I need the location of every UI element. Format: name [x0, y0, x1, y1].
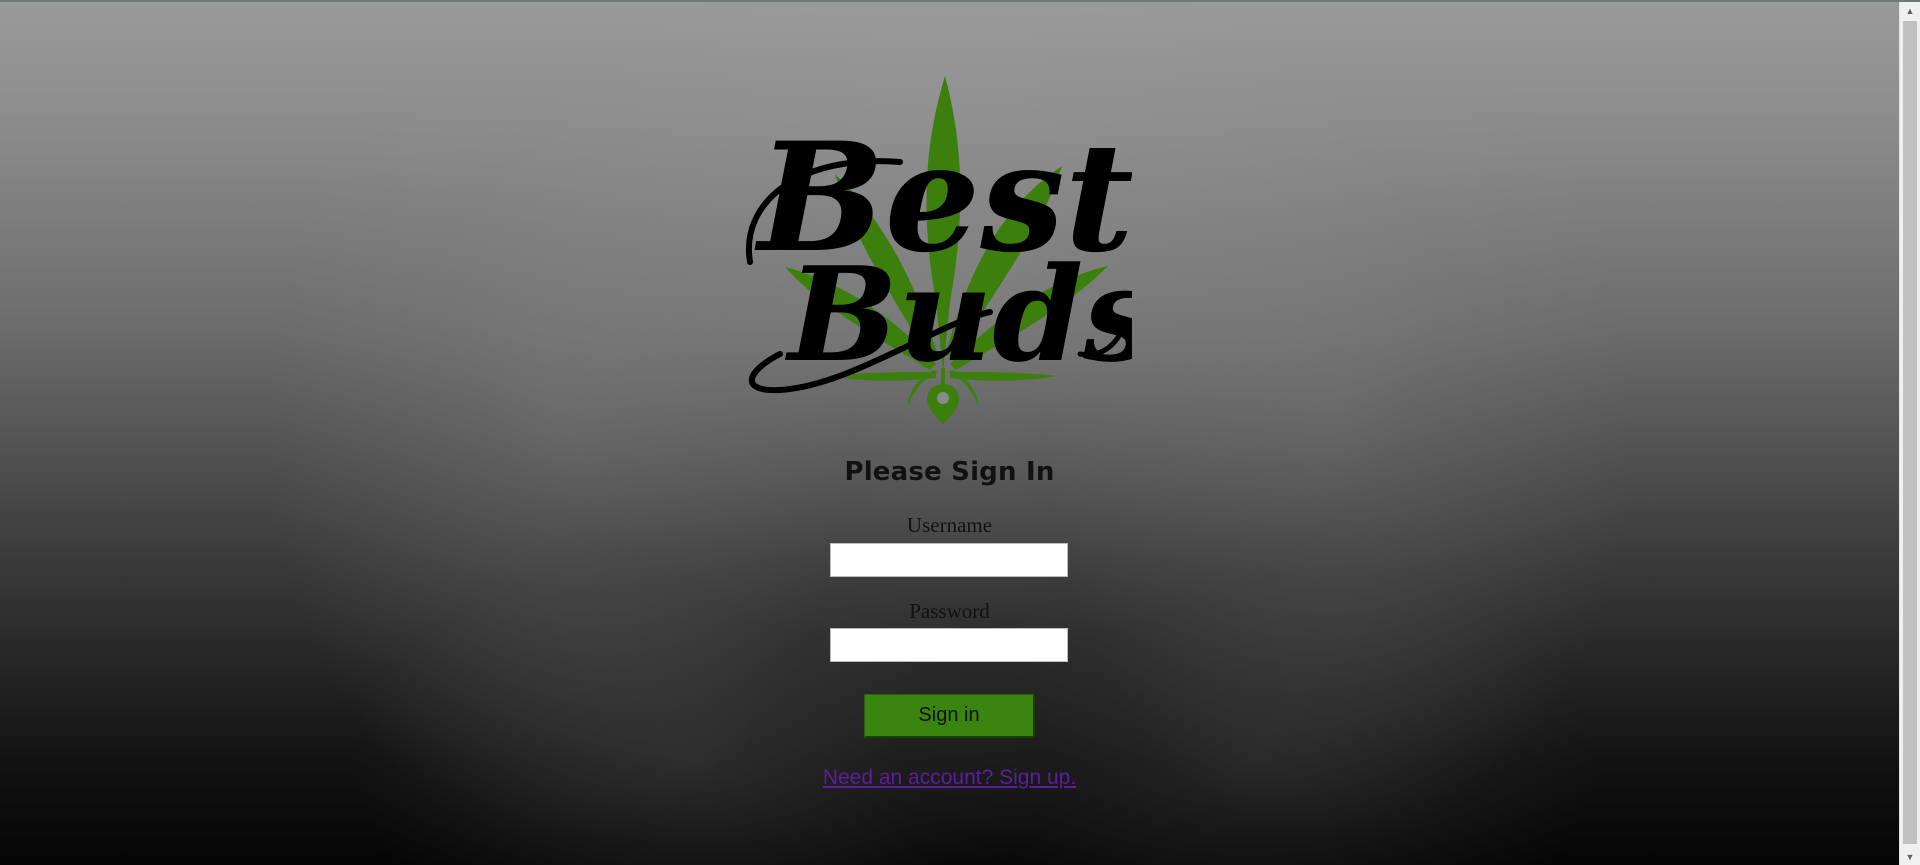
scroll-up-arrow-icon[interactable]: ▲ [1900, 2, 1920, 19]
scrollbar-thumb[interactable] [1903, 21, 1917, 844]
password-field[interactable] [830, 628, 1068, 662]
sign-in-button[interactable]: Sign in [864, 694, 1035, 738]
page-title: Please Sign In [844, 457, 1055, 487]
page-background: Best Buds Please Sign In Username Passwo… [0, 2, 1899, 865]
logo-word-buds: Buds [784, 238, 1132, 391]
vertical-scrollbar[interactable]: ▲ ▼ [1899, 2, 1920, 865]
sign-in-page: Best Buds Please Sign In Username Passwo… [0, 2, 1899, 865]
signup-link-container: Need an account? Sign up. [0, 766, 1899, 790]
scroll-down-arrow-icon[interactable]: ▼ [1900, 848, 1920, 865]
password-label: Password [909, 599, 990, 623]
signup-link[interactable]: Need an account? Sign up. [823, 766, 1076, 789]
logo-script-text: Best Buds [745, 110, 1132, 394]
best-buds-logo: Best Buds [745, 76, 1132, 424]
username-field[interactable] [830, 543, 1068, 577]
username-label: Username [906, 513, 993, 537]
